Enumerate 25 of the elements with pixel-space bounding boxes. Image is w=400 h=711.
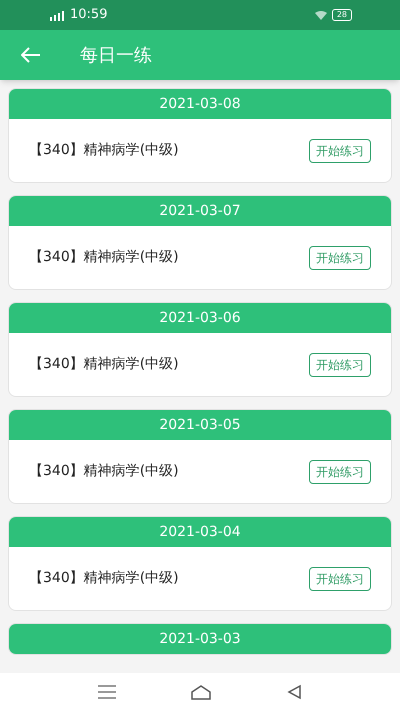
start-practice-button[interactable]: 开始练习 <box>309 246 371 270</box>
back-icon[interactable] <box>285 684 304 700</box>
battery-indicator: 28 <box>332 9 352 21</box>
start-practice-button[interactable]: 开始练习 <box>309 566 371 590</box>
back-arrow-icon <box>21 47 41 63</box>
home-icon[interactable] <box>190 684 212 700</box>
subject-name: 【340】精神病学(中级) <box>29 141 179 160</box>
wifi-icon <box>314 10 328 20</box>
practice-date: 2021-03-07 <box>159 202 241 220</box>
status-time: 10:59 <box>70 6 108 24</box>
page-title: 每日一练 <box>80 44 152 68</box>
menu-icon[interactable] <box>96 685 117 699</box>
practice-date: 2021-03-05 <box>159 416 241 434</box>
practice-date: 2021-03-03 <box>159 630 241 648</box>
signal-icon <box>48 9 66 21</box>
practice-date: 2021-03-08 <box>159 94 241 114</box>
practice-date: 2021-03-04 <box>159 522 241 542</box>
start-practice-button[interactable]: 开始练习 <box>309 138 371 162</box>
start-practice-button[interactable]: 开始练习 <box>309 352 371 376</box>
subject-name: 【340】精神病学(中级) <box>29 355 179 374</box>
subject-name: 【340】精神病学(中级) <box>29 462 179 481</box>
start-practice-button[interactable]: 开始练习 <box>309 460 371 484</box>
subject-name: 【340】精神病学(中级) <box>29 248 179 267</box>
practice-date: 2021-03-06 <box>159 308 241 328</box>
subject-name: 【340】精神病学(中级) <box>29 569 179 588</box>
